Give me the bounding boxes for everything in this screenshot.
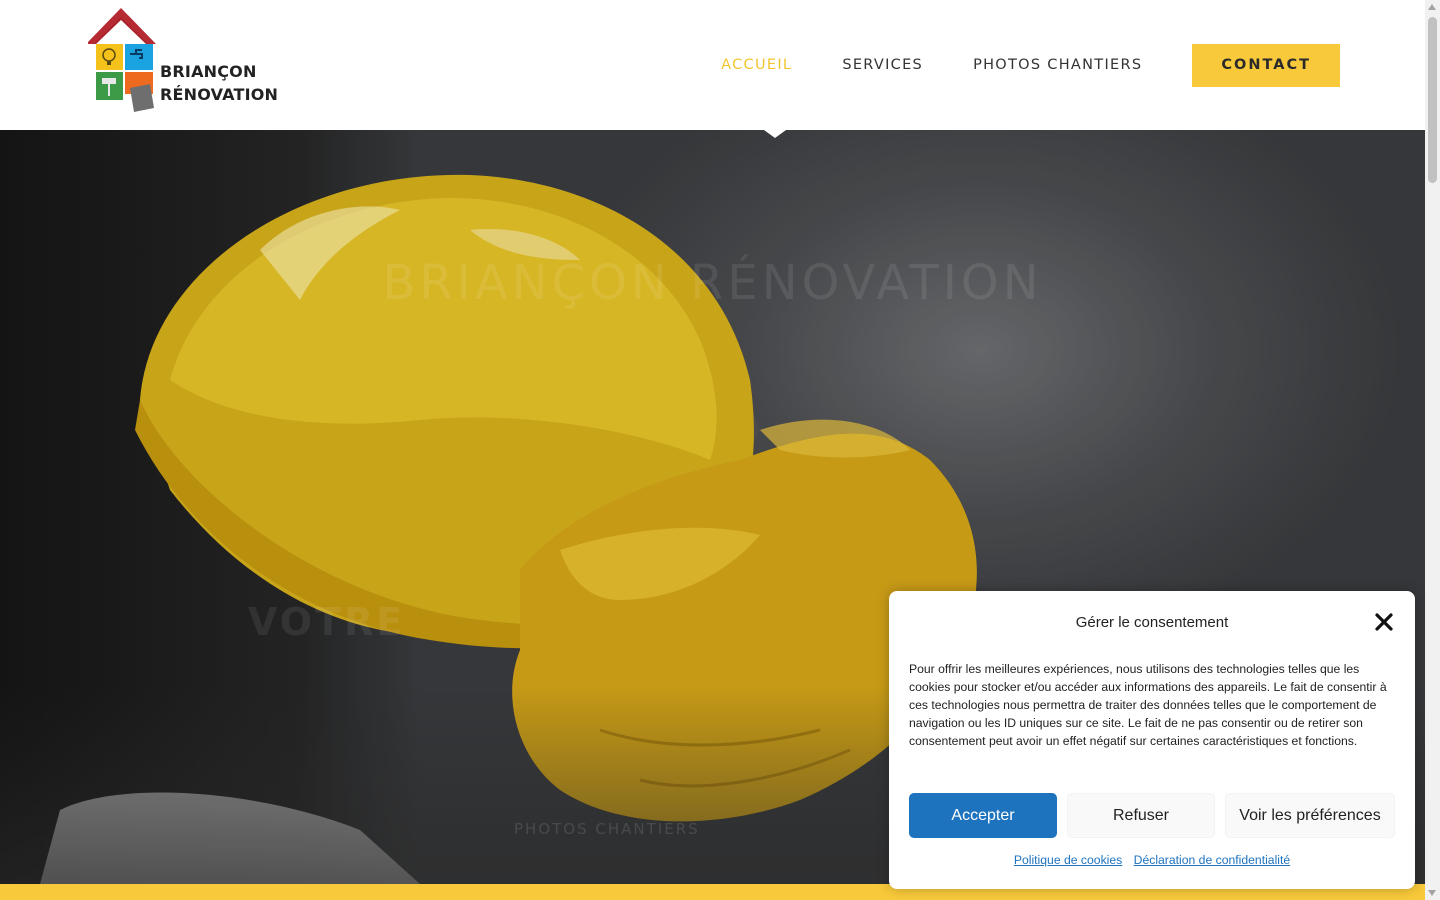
lightbulb-icon — [96, 44, 123, 70]
logo-line1: BRIANÇON — [160, 62, 257, 81]
site-logo[interactable]: BRIANÇON RÉNOVATION — [86, 8, 278, 114]
hero-photos-link[interactable]: PHOTOS CHANTIERS — [514, 820, 700, 838]
contact-button[interactable]: CONTACT — [1192, 43, 1340, 87]
view-preferences-button[interactable]: Voir les préférences — [1225, 793, 1395, 838]
nav-item-photos-chantiers[interactable]: PHOTOS CHANTIERS — [973, 57, 1142, 73]
logo-line2: RÉNOVATION — [160, 85, 279, 104]
site-header: BRIANÇON RÉNOVATION ACCUEIL SERVICES PHO… — [0, 0, 1425, 130]
cookie-policy-link[interactable]: Politique de cookies — [1014, 853, 1122, 867]
consent-links: Politique de cookies Déclaration de conf… — [889, 853, 1415, 867]
cookie-consent-dialog: Gérer le consentement Pour offrir les me… — [889, 591, 1415, 889]
accept-button[interactable]: Accepter — [909, 793, 1057, 838]
consent-text: Pour offrir les meilleures expériences, … — [909, 662, 1387, 748]
page-scrollbar[interactable] — [1425, 0, 1440, 900]
main-nav: ACCUEIL SERVICES PHOTOS CHANTIERS CONTAC… — [671, 0, 1340, 130]
nav-item-accueil[interactable]: ACCUEIL — [721, 57, 792, 73]
consent-title: Gérer le consentement — [1075, 614, 1229, 631]
nav-item-services[interactable]: SERVICES — [842, 57, 923, 73]
hero-title: BRIANÇON RÉNOVATION — [382, 255, 1043, 311]
refuse-button[interactable]: Refuser — [1067, 793, 1215, 838]
logo-text: BRIANÇON RÉNOVATION — [160, 60, 278, 106]
scroll-thumb[interactable] — [1428, 17, 1437, 183]
hero-subtitle: VOTRE — [248, 600, 406, 644]
scroll-down-arrow-icon[interactable] — [1428, 890, 1436, 896]
privacy-statement-link[interactable]: Déclaration de confidentialité — [1134, 853, 1291, 867]
close-icon[interactable] — [1372, 610, 1396, 634]
scroll-up-arrow-icon[interactable] — [1428, 4, 1436, 10]
active-nav-pointer — [764, 130, 786, 138]
